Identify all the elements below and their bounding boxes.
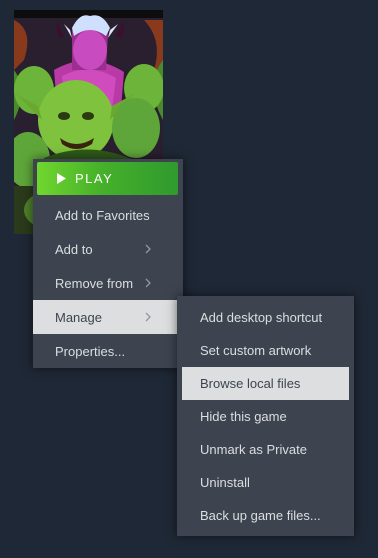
- submenu-item-hide-this-game[interactable]: Hide this game: [182, 400, 349, 433]
- game-context-menu: PLAY Add to Favorites Add to Remove from…: [33, 159, 183, 368]
- submenu-item-back-up-game-files[interactable]: Back up game files...: [182, 499, 349, 532]
- submenu-item-label: Set custom artwork: [200, 343, 312, 358]
- play-button-label: PLAY: [75, 171, 114, 186]
- manage-submenu: Add desktop shortcut Set custom artwork …: [177, 296, 354, 536]
- submenu-item-uninstall[interactable]: Uninstall: [182, 466, 349, 499]
- chevron-right-icon: [145, 232, 151, 266]
- menu-item-add-to[interactable]: Add to: [33, 232, 183, 266]
- play-button[interactable]: PLAY: [37, 162, 178, 195]
- submenu-item-label: Uninstall: [200, 475, 250, 490]
- submenu-item-label: Back up game files...: [200, 508, 321, 523]
- menu-item-label: Remove from: [55, 275, 134, 291]
- submenu-item-set-custom-artwork[interactable]: Set custom artwork: [182, 334, 349, 367]
- menu-item-label: Add to Favorites: [55, 207, 150, 223]
- submenu-item-label: Add desktop shortcut: [200, 310, 323, 325]
- play-icon: [57, 173, 66, 184]
- submenu-item-label: Hide this game: [200, 409, 287, 424]
- submenu-item-browse-local-files[interactable]: Browse local files: [182, 367, 349, 400]
- menu-item-add-to-favorites[interactable]: Add to Favorites: [33, 198, 183, 232]
- menu-item-label: Add to: [55, 241, 93, 257]
- menu-item-label: Manage: [55, 309, 102, 325]
- menu-item-remove-from[interactable]: Remove from: [33, 266, 183, 300]
- submenu-item-add-desktop-shortcut[interactable]: Add desktop shortcut: [182, 301, 349, 334]
- chevron-right-icon: [145, 266, 151, 300]
- submenu-item-unmark-as-private[interactable]: Unmark as Private: [182, 433, 349, 466]
- menu-item-label: Properties...: [55, 343, 126, 359]
- menu-item-properties[interactable]: Properties...: [33, 334, 183, 368]
- menu-item-manage[interactable]: Manage: [33, 300, 183, 334]
- submenu-item-label: Browse local files: [200, 376, 301, 391]
- chevron-right-icon: [145, 300, 151, 334]
- submenu-item-label: Unmark as Private: [200, 442, 307, 457]
